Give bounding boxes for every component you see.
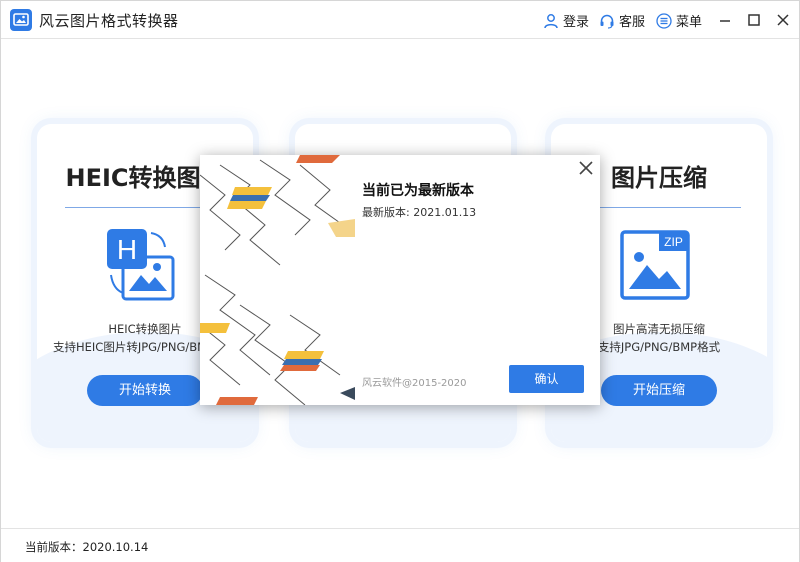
update-dialog: 当前已为最新版本 最新版本: 2021.01.13 风云软件@2015-2020… xyxy=(200,155,600,405)
login-button[interactable]: 登录 xyxy=(543,11,589,30)
menu-label: 菜单 xyxy=(676,15,703,30)
app-title: 风云图片格式转换器 xyxy=(39,12,179,30)
close-icon[interactable] xyxy=(578,160,594,176)
close-icon[interactable] xyxy=(774,11,792,29)
dialog-title: 当前已为最新版本 xyxy=(362,183,474,199)
card-divider xyxy=(579,207,741,208)
heic-convert-icon: H xyxy=(107,229,175,301)
dialog-decoration-art xyxy=(200,155,355,405)
service-label: 客服 xyxy=(619,15,646,30)
copyright-text: 风云软件@2015-2020 xyxy=(362,378,467,389)
headset-icon xyxy=(600,14,614,29)
zip-image-icon: ZIP xyxy=(620,230,690,300)
title-bar: 风云图片格式转换器 登录 客服 菜单 xyxy=(1,1,799,39)
menu-button[interactable]: 菜单 xyxy=(656,11,702,30)
menu-list-icon xyxy=(656,12,672,29)
latest-version-text: 最新版本: 2021.01.13 xyxy=(362,206,477,219)
maximize-icon[interactable] xyxy=(745,11,763,29)
start-compress-button[interactable]: 开始压缩 xyxy=(601,375,717,406)
current-version-text: 当前版本：2020.10.14 xyxy=(25,540,149,554)
start-convert-button[interactable]: 开始转换 xyxy=(87,375,203,406)
svg-text:ZIP: ZIP xyxy=(664,235,683,249)
user-icon xyxy=(544,13,558,28)
app-logo-icon xyxy=(10,9,32,31)
minimize-icon[interactable] xyxy=(716,11,734,29)
confirm-button[interactable]: 确认 xyxy=(509,365,584,393)
svg-text:H: H xyxy=(117,234,137,265)
service-button[interactable]: 客服 xyxy=(599,11,645,30)
status-bar: 当前版本：2020.10.14 xyxy=(1,528,799,562)
login-label: 登录 xyxy=(563,15,590,30)
